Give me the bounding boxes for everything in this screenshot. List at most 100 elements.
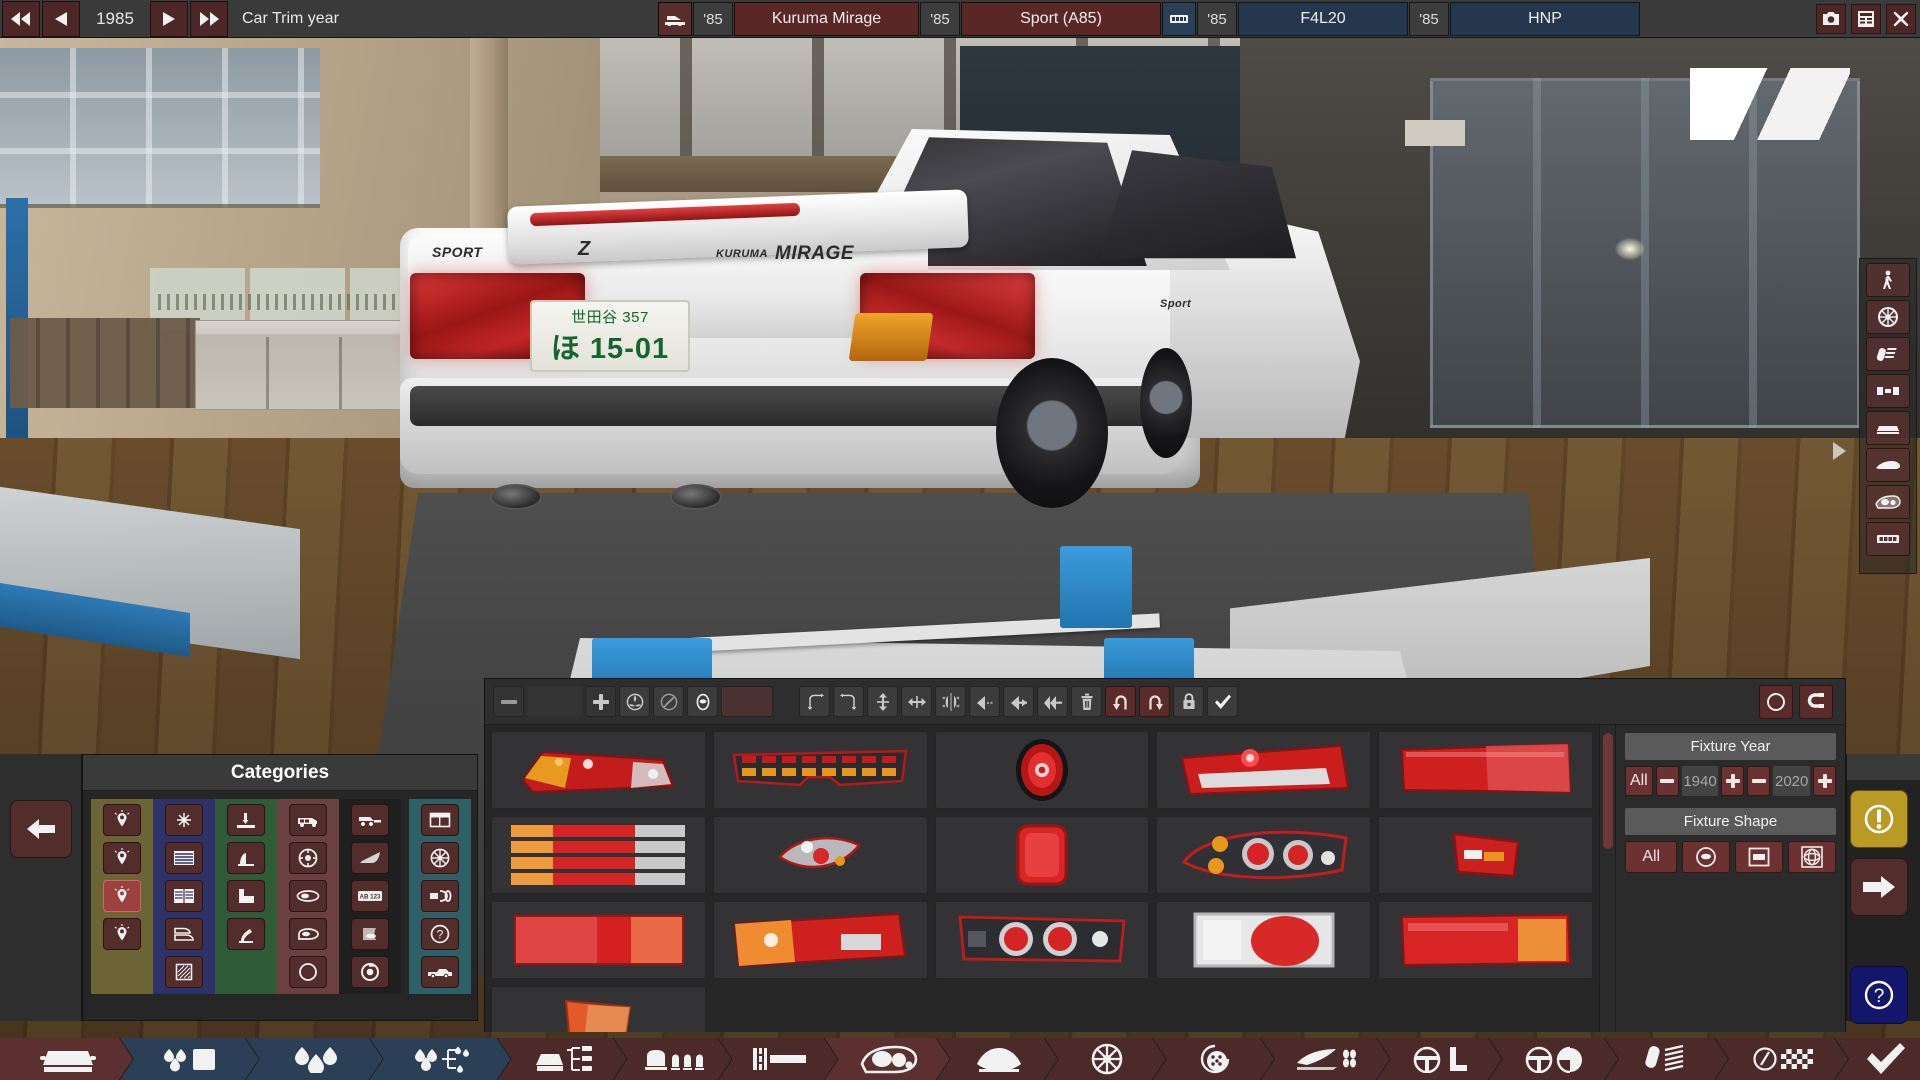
fixture-item[interactable] [712, 901, 928, 979]
chassis-view-icon[interactable] [1866, 374, 1910, 408]
tow-hook-icon[interactable] [351, 804, 390, 836]
color-swatch-button[interactable] [721, 686, 773, 717]
play-icon[interactable] [1833, 442, 1846, 460]
fixture-item[interactable] [712, 731, 928, 809]
shape-sphere-filter-icon[interactable] [1788, 841, 1837, 873]
flap-icon[interactable] [351, 918, 390, 950]
breadcrumb-engine-icon[interactable] [1162, 2, 1196, 36]
light-selected-icon[interactable] [103, 880, 142, 912]
bend-left-icon[interactable] [799, 686, 830, 717]
breadcrumb-trim-year[interactable]: '85 [920, 2, 960, 36]
year-step-back-button[interactable] [42, 1, 80, 37]
magnet-icon[interactable] [1799, 684, 1833, 719]
year-fast-forward-button[interactable] [190, 1, 228, 37]
front-view-icon[interactable] [1866, 411, 1910, 445]
tab-testing[interactable] [1715, 1038, 1848, 1080]
tab-suspension[interactable] [1605, 1038, 1728, 1080]
arrows-horizontal-icon[interactable] [901, 686, 932, 717]
misc-question-icon[interactable]: ? [421, 918, 459, 950]
check-icon[interactable] [1207, 686, 1238, 717]
fixture-item[interactable] [934, 731, 1150, 809]
tab-seats[interactable] [613, 1038, 731, 1080]
arrows-vertical-icon[interactable] [867, 686, 898, 717]
year-rewind-button[interactable] [2, 1, 40, 37]
breadcrumb-car-icon[interactable] [658, 2, 692, 36]
mirror-wide-icon[interactable] [289, 918, 328, 950]
trash-icon[interactable] [1071, 686, 1102, 717]
fixture-item[interactable] [1378, 731, 1593, 809]
next-button[interactable] [1850, 858, 1908, 916]
tab-steering[interactable] [1377, 1038, 1502, 1080]
fixture-item[interactable] [1156, 731, 1372, 809]
fixture-item[interactable] [491, 731, 706, 809]
tab-aero[interactable] [1261, 1038, 1390, 1080]
fixture-item[interactable] [1378, 816, 1593, 894]
lock-icon[interactable] [1173, 686, 1204, 717]
tab-body[interactable] [0, 1038, 133, 1080]
fixture-scrollbar[interactable] [1599, 725, 1615, 1032]
fixture-year-max-increase-button[interactable] [1813, 766, 1837, 796]
align-double-icon[interactable] [1037, 686, 1068, 717]
breadcrumb-engine-name[interactable]: F4L20 [1238, 2, 1408, 36]
spoiler-lip-icon[interactable] [227, 842, 266, 874]
tab-colors[interactable] [246, 1038, 383, 1080]
align-dots-icon[interactable] [969, 686, 1000, 717]
truck-icon[interactable] [421, 956, 459, 988]
align-arrow-icon[interactable] [1003, 686, 1034, 717]
fuel-cap-icon[interactable] [351, 956, 390, 988]
shape-rect-filter-icon[interactable] [1735, 841, 1784, 873]
window-icon[interactable] [421, 804, 459, 836]
zoom-out-button[interactable] [493, 686, 524, 717]
hatch-texture-icon[interactable] [165, 956, 204, 988]
redo-icon[interactable] [1139, 686, 1170, 717]
shape-oval-filter-icon[interactable] [1682, 841, 1731, 873]
fixture-item[interactable] [1156, 816, 1372, 894]
prev-page-button[interactable] [10, 800, 72, 858]
breadcrumb-model-year[interactable]: '85 [693, 2, 733, 36]
tab-interior[interactable] [1489, 1038, 1618, 1080]
suspension-view-icon[interactable] [1866, 337, 1910, 371]
spoiler-flat-icon[interactable] [227, 804, 266, 836]
tab-materials[interactable] [370, 1038, 511, 1080]
mirror-icon[interactable] [619, 686, 650, 717]
tab-body-parts[interactable] [498, 1038, 627, 1080]
side-view-icon[interactable] [1866, 448, 1910, 482]
mirror-icon[interactable] [289, 880, 328, 912]
close-button[interactable] [1886, 3, 1916, 34]
spoiler-duck-icon[interactable] [227, 918, 266, 950]
oval-icon[interactable] [687, 686, 718, 717]
breadcrumb-variant-year[interactable]: '85 [1409, 2, 1449, 36]
fixture-year-max-decrease-button[interactable] [1747, 766, 1771, 796]
help-button[interactable]: ? [1850, 966, 1908, 1024]
car-model[interactable]: 世田谷 357 ほ 15-01 SPORT Z KURUMA MIRAGE Sp… [400, 48, 1360, 588]
tab-engine-fan[interactable] [937, 1038, 1058, 1080]
antenna-icon[interactable] [351, 842, 390, 874]
fixture-year-min-increase-button[interactable] [1721, 766, 1745, 796]
zoom-in-button[interactable] [585, 686, 616, 717]
bend-right-icon[interactable] [833, 686, 864, 717]
tab-wheels[interactable] [1045, 1038, 1166, 1080]
fixture-scrollbar-thumb[interactable] [1603, 733, 1613, 849]
warning-button[interactable] [1850, 790, 1908, 848]
engine-view-icon[interactable] [1866, 522, 1910, 556]
fixture-item[interactable] [712, 816, 928, 894]
fixture-item[interactable] [491, 986, 706, 1032]
tab-paint[interactable] [120, 1038, 259, 1080]
fixture-year-min-decrease-button[interactable] [1655, 766, 1679, 796]
size-field[interactable] [527, 686, 582, 717]
screenshot-button[interactable] [1816, 3, 1846, 34]
light-round-icon[interactable] [103, 804, 142, 836]
fixture-year-all-button[interactable]: All [1625, 766, 1653, 796]
rim-icon[interactable] [421, 842, 459, 874]
pedestrian-scale-icon[interactable] [1866, 263, 1910, 297]
light-oval-icon[interactable] [103, 842, 142, 874]
fixture-item[interactable] [934, 901, 1150, 979]
report-button[interactable] [1851, 3, 1881, 34]
fixture-item[interactable] [1156, 901, 1372, 979]
tab-lights[interactable] [825, 1038, 950, 1080]
license-plate-icon[interactable]: AB 123 [351, 880, 390, 912]
year-step-forward-button[interactable] [150, 1, 188, 37]
grille-double-icon[interactable] [165, 880, 204, 912]
spare-wheel-icon[interactable] [289, 842, 328, 874]
fixture-grid-wrap[interactable] [485, 725, 1599, 1032]
